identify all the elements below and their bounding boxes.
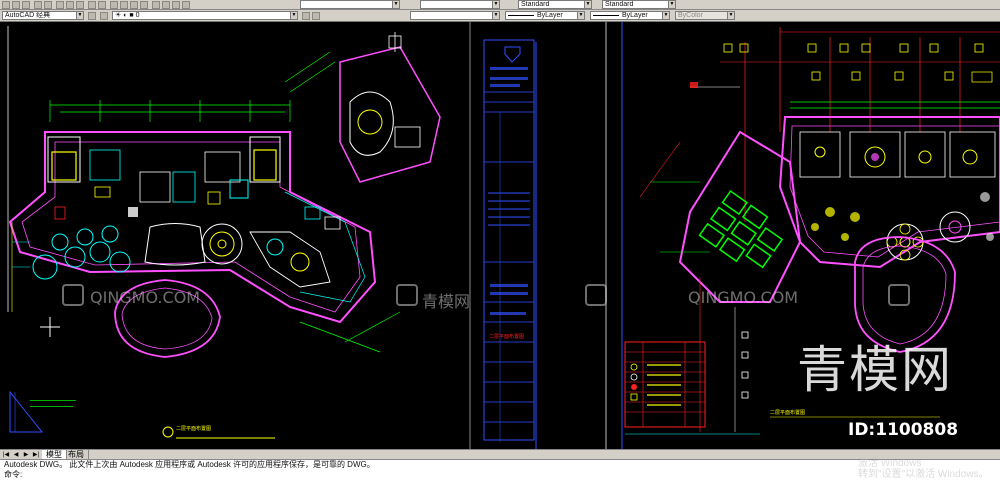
title-block-drawing-name: 二层平面布置图 bbox=[489, 333, 524, 340]
watermark-logo-icon bbox=[888, 284, 910, 306]
plotstyle-select: ByColor ▼ bbox=[675, 11, 735, 20]
watermark-text: 青模网 bbox=[422, 292, 471, 311]
multileader-style-value: Standard bbox=[605, 1, 634, 8]
zoom-window-icon[interactable] bbox=[130, 1, 138, 9]
save-icon[interactable] bbox=[22, 1, 30, 9]
lineweight-select[interactable]: ByLayer ▼ bbox=[590, 11, 670, 20]
windows-activation-notice: 激活 Windows 转到"设置"以激活 Windows。 bbox=[858, 458, 988, 480]
watermark-text: QINGMO.COM bbox=[688, 288, 799, 307]
workspace-value: AutoCAD 经典 bbox=[5, 12, 51, 19]
resource-id: ID:1100808 bbox=[848, 420, 959, 440]
watermark-text: QINGMO.COM bbox=[90, 288, 201, 307]
standard-toolbar: ▼ ▼ Standard ▼ Standard ▼ bbox=[0, 0, 1000, 10]
chevron-down-icon: ▼ bbox=[727, 12, 734, 19]
chevron-down-icon: ▼ bbox=[392, 1, 399, 8]
color-select[interactable]: ▼ bbox=[410, 11, 500, 20]
chevron-down-icon: ▼ bbox=[76, 12, 83, 19]
chevron-down-icon: ▼ bbox=[577, 12, 584, 19]
watermark-logo-icon bbox=[62, 284, 84, 306]
tool-palette-icon[interactable] bbox=[172, 1, 180, 9]
layer-value: 0 bbox=[135, 12, 140, 19]
layers-toolbar: AutoCAD 经典 ▼ ☀ ◐ ■ 0 ▼ ▼ ByLayer ▼ ByLayer ▼… bbox=[0, 10, 1000, 22]
text-style-select[interactable]: ▼ bbox=[300, 0, 400, 9]
prev-tab-icon[interactable]: ◀ bbox=[12, 451, 20, 459]
title-block: 二层平面布置图 bbox=[483, 39, 535, 442]
chevron-down-icon: ▼ bbox=[662, 12, 669, 19]
paste-icon[interactable] bbox=[76, 1, 84, 9]
layer-select[interactable]: ☀ ◐ ■ 0 ▼ bbox=[112, 11, 298, 20]
next-tab-icon[interactable]: ▶ bbox=[22, 451, 30, 459]
layout-tabs-bar: |◀ ◀ ▶ ▶| 模型 布局 bbox=[0, 449, 1000, 460]
preview-icon[interactable] bbox=[44, 1, 52, 9]
print-icon[interactable] bbox=[34, 1, 42, 9]
open-icon[interactable] bbox=[12, 1, 20, 9]
chevron-down-icon: ▼ bbox=[492, 1, 499, 8]
chevron-down-icon: ▼ bbox=[290, 12, 297, 19]
undo-icon[interactable] bbox=[88, 1, 96, 9]
linetype-sample bbox=[508, 14, 534, 16]
design-center-icon[interactable] bbox=[162, 1, 170, 9]
chevron-down-icon: ▼ bbox=[492, 12, 499, 19]
table-style-value: Standard bbox=[521, 1, 550, 8]
left-plan-title: 二层平面布置图 bbox=[176, 425, 211, 432]
lineweight-value: ByLayer bbox=[622, 12, 648, 19]
first-tab-icon[interactable]: |◀ bbox=[2, 451, 10, 459]
table-style-select[interactable]: Standard ▼ bbox=[518, 0, 592, 9]
help-icon[interactable] bbox=[182, 1, 190, 9]
note-text: ━━━━━━━━━━━━━━━━━━━ bbox=[29, 398, 76, 403]
chevron-down-icon: ▼ bbox=[668, 1, 675, 8]
zoom-previous-icon[interactable] bbox=[140, 1, 148, 9]
layer-state-icons: ☀ ◐ ■ bbox=[115, 12, 136, 19]
activation-hint: 转到"设置"以激活 Windows。 bbox=[858, 469, 989, 480]
left-floor-plan: 二层平面布置图 ━━━━━━━━━━━━━━━━━━━ ━━━━━━━━━━━━… bbox=[8, 32, 441, 439]
plotstyle-value: ByColor bbox=[678, 12, 703, 19]
command-window[interactable]: Autodesk DWG。 此文件上次由 Autodesk 应用程序或 Auto… bbox=[0, 459, 1000, 480]
chevron-down-icon: ▼ bbox=[584, 1, 591, 8]
copy-icon[interactable] bbox=[66, 1, 74, 9]
linetype-value: ByLayer bbox=[537, 12, 563, 19]
big-watermark: 青模网 bbox=[797, 341, 953, 399]
make-current-icon[interactable] bbox=[302, 12, 310, 20]
command-prompt[interactable]: 命令: bbox=[4, 470, 1000, 480]
right-plan-title: 二层平面布置图 bbox=[770, 409, 805, 416]
new-icon[interactable] bbox=[2, 1, 10, 9]
note-text: ━━━━━━━━━━━━━━━━━━ bbox=[29, 404, 74, 409]
layer-properties-icon[interactable] bbox=[100, 12, 108, 20]
pan-icon[interactable] bbox=[110, 1, 118, 9]
linetype-select[interactable]: ByLayer ▼ bbox=[505, 11, 585, 20]
redo-icon[interactable] bbox=[98, 1, 106, 9]
cut-icon[interactable] bbox=[56, 1, 64, 9]
layer-previous-icon[interactable] bbox=[312, 12, 320, 20]
lineweight-sample bbox=[593, 14, 619, 16]
dim-style-select[interactable]: ▼ bbox=[420, 0, 500, 9]
watermark-logo-icon bbox=[585, 284, 607, 306]
watermark-logo-icon bbox=[396, 284, 418, 306]
command-history-line: Autodesk DWG。 此文件上次由 Autodesk 应用程序或 Auto… bbox=[4, 460, 375, 469]
zoom-icon[interactable] bbox=[120, 1, 128, 9]
activation-title: 激活 Windows bbox=[858, 458, 922, 469]
workspace-select[interactable]: AutoCAD 经典 ▼ bbox=[2, 11, 84, 20]
multileader-style-select[interactable]: Standard ▼ bbox=[602, 0, 676, 9]
last-tab-icon[interactable]: ▶| bbox=[32, 451, 40, 459]
properties-icon[interactable] bbox=[152, 1, 160, 9]
workspace-settings-icon[interactable] bbox=[88, 12, 96, 20]
